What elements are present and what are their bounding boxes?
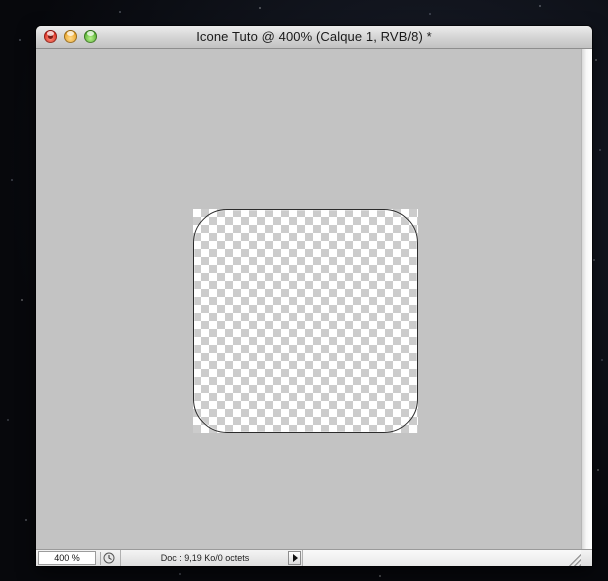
vertical-scrollbar[interactable]	[581, 49, 592, 549]
document-info: Doc : 9,19 Ko/0 octets	[120, 550, 289, 566]
title-bar[interactable]: Icone Tuto @ 400% (Calque 1, RVB/8) *	[36, 26, 592, 49]
rounded-rectangle-path[interactable]	[193, 209, 418, 433]
status-bar: 400 % Doc : 9,19 Ko/0 octets	[36, 549, 592, 566]
zoom-level-field[interactable]: 400 %	[38, 551, 96, 565]
window-title: Icone Tuto @ 400% (Calque 1, RVB/8) *	[196, 29, 432, 44]
document-status-icon[interactable]	[100, 552, 117, 565]
resize-grip-icon[interactable]	[569, 550, 581, 566]
horizontal-scrollbar[interactable]	[302, 550, 581, 566]
play-arrow-icon[interactable]	[288, 551, 301, 565]
pasteboard[interactable]	[36, 49, 581, 549]
document-canvas[interactable]	[193, 209, 418, 433]
photoshop-document-window[interactable]: Icone Tuto @ 400% (Calque 1, RVB/8) * 40…	[36, 26, 592, 566]
